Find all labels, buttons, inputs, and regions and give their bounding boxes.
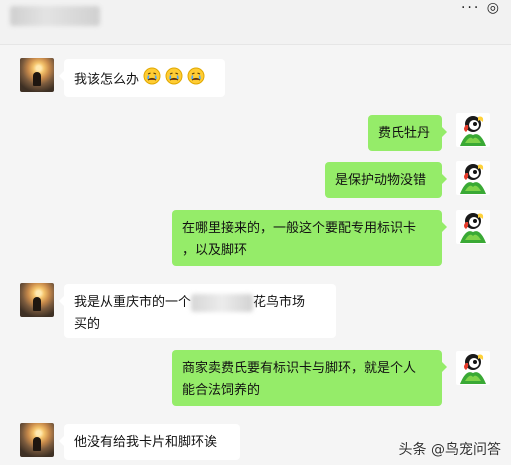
parrot-avatar-icon[interactable]: [456, 351, 490, 385]
user-avatar[interactable]: [20, 58, 54, 92]
header-divider: [0, 44, 511, 45]
crying-face-icon: [187, 67, 205, 93]
message-text: 他没有给我卡片和脚环诶: [74, 435, 218, 450]
message-text: 我该怎么办: [74, 72, 140, 88]
message-text: 我是从重庆市的一个: [74, 295, 192, 310]
message-text-line: 买的: [74, 317, 101, 332]
message-text: 是保护动物没错: [335, 173, 427, 188]
message-text-line: ，以及脚环: [182, 243, 248, 258]
redacted-text: [191, 293, 254, 312]
watermark: 头条 @鸟宠问答: [398, 442, 501, 458]
chat-title-redacted: [10, 6, 100, 26]
parrot-avatar-icon[interactable]: [456, 113, 490, 147]
message-bubble-7[interactable]: 他没有给我卡片和脚环诶: [59, 424, 240, 460]
message-text-line: 在哪里接来的，一般这个要配专用标识卡: [182, 221, 417, 236]
crying-face-icon: [143, 67, 161, 93]
message-text-line: 能合法饲养的: [182, 383, 261, 398]
user-avatar[interactable]: [20, 283, 54, 317]
header-icons[interactable]: ··· ◎: [461, 0, 501, 16]
message-bubble-3[interactable]: 是保护动物没错: [325, 162, 447, 198]
message-bubble-5[interactable]: 我是从重庆市的一个 花鸟市场 买的: [59, 284, 336, 338]
message-text-line: 商家卖费氏要有标识卡与脚环，就是个人: [182, 361, 417, 376]
parrot-avatar-icon[interactable]: [456, 210, 490, 244]
message-text: 费氏牡丹: [378, 126, 431, 141]
message-bubble-1[interactable]: 我该怎么办: [59, 59, 225, 97]
user-avatar[interactable]: [20, 423, 54, 457]
chat-header: ··· ◎: [0, 0, 511, 44]
crying-face-icon: [165, 67, 183, 93]
parrot-avatar-icon[interactable]: [456, 161, 490, 195]
message-bubble-2[interactable]: 费氏牡丹: [368, 115, 447, 151]
message-bubble-6[interactable]: 商家卖费氏要有标识卡与脚环，就是个人 能合法饲养的: [172, 350, 447, 406]
message-text: 花鸟市场: [253, 295, 306, 310]
message-bubble-4[interactable]: 在哪里接来的，一般这个要配专用标识卡 ，以及脚环: [172, 210, 447, 266]
